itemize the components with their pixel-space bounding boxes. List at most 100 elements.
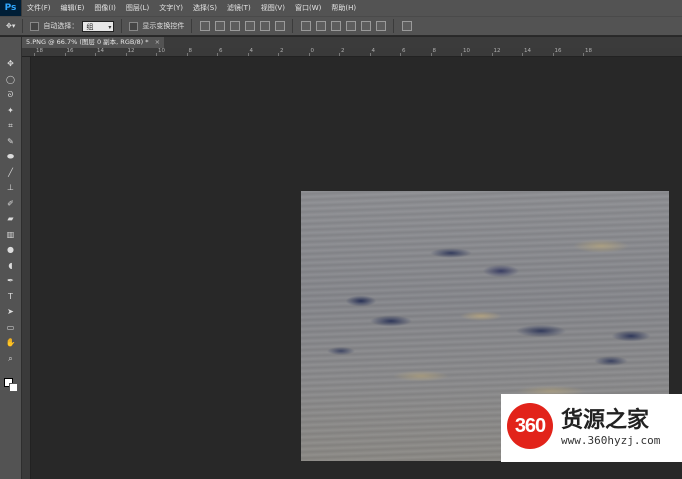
ruler-tick: [369, 53, 371, 56]
eraser-icon[interactable]: ▰: [3, 212, 18, 225]
brush-icon[interactable]: ╱: [3, 166, 18, 179]
ruler-tick: [308, 53, 310, 56]
align-right-icon[interactable]: [275, 21, 286, 31]
auto-align-icon[interactable]: [402, 21, 413, 31]
menu-select[interactable]: 选择(S): [188, 0, 222, 16]
watermark-360-logo: 360: [507, 403, 553, 449]
menu-type[interactable]: 文字(Y): [154, 0, 188, 16]
menu-bar: Ps 文件(F) 编辑(E) 图像(I) 图层(L) 文字(Y) 选择(S) 滤…: [0, 0, 682, 16]
ruler-tick-label: 2: [280, 48, 284, 54]
auto-select-dropdown[interactable]: 组: [82, 20, 115, 33]
align-bottom-icon[interactable]: [230, 21, 241, 31]
ruler-tick: [400, 53, 401, 56]
distribute-bottom-icon[interactable]: [331, 21, 342, 31]
ruler-tick-label: 10: [463, 48, 470, 54]
options-bar: ✥▾ 自动选择： 组 显示变换控件: [0, 16, 682, 36]
divider: [191, 19, 193, 33]
crop-icon[interactable]: ⌗: [3, 119, 18, 132]
distribute-left-icon[interactable]: [346, 21, 357, 31]
auto-select-checkbox[interactable]: [30, 21, 40, 31]
ruler-tick-label: 14: [524, 48, 531, 54]
eyedropper-icon[interactable]: ✎: [3, 135, 18, 148]
menu-window[interactable]: 窗口(W): [290, 0, 326, 16]
pen-icon[interactable]: ✒: [3, 274, 18, 287]
divider: [121, 19, 123, 33]
document-tab-title: 5.PNG @ 66.7% (图层 0 副本, RGB/8) *: [26, 38, 149, 46]
shape-icon[interactable]: ▭: [3, 321, 18, 334]
gradient-icon[interactable]: ▥: [3, 228, 18, 241]
ruler-tick-label: 8: [188, 48, 193, 54]
divider: [393, 19, 395, 33]
ruler-tick: [95, 53, 96, 56]
document-tab[interactable]: 5.PNG @ 66.7% (图层 0 副本, RGB/8) * ×: [22, 37, 165, 48]
path-select-icon[interactable]: ➤: [3, 305, 18, 318]
ruler-tick-label: 18: [585, 48, 592, 54]
close-icon[interactable]: ×: [155, 38, 160, 46]
ruler-tick: [64, 53, 66, 56]
healing-icon[interactable]: ⬬: [3, 150, 18, 163]
ruler-tick-label: 12: [127, 48, 135, 54]
ruler-tick: [247, 53, 249, 56]
distribute-hcenter-icon[interactable]: [361, 21, 372, 31]
move-tool-preset-icon[interactable]: ✥▾: [6, 22, 15, 30]
divider: [292, 19, 294, 33]
ruler-tick-label: 12: [493, 48, 501, 54]
ruler-tick: [491, 53, 493, 56]
auto-select-label: 自动选择：: [43, 22, 79, 30]
marquee-icon[interactable]: ◯: [3, 73, 18, 86]
ruler-tick: [339, 53, 340, 56]
align-vcenter-icon[interactable]: [215, 21, 226, 31]
type-icon[interactable]: T: [3, 290, 18, 303]
ruler-tick-label: 16: [66, 48, 74, 54]
ruler-tick: [125, 53, 127, 56]
magic-wand-icon[interactable]: ✦: [3, 104, 18, 117]
watermark: 360 货源之家 www.360hyzj.com: [501, 394, 682, 462]
lasso-icon[interactable]: ᘐ: [3, 88, 18, 101]
show-transform-checkbox[interactable]: [129, 21, 139, 31]
menu-image[interactable]: 图像(I): [89, 0, 121, 16]
document-tab-bar: 5.PNG @ 66.7% (图层 0 副本, RGB/8) * ×: [22, 37, 682, 48]
menu-layer[interactable]: 图层(L): [121, 0, 154, 16]
ruler-tick-label: 2: [341, 48, 345, 54]
ruler-tick-label: 14: [97, 48, 104, 54]
history-brush-icon[interactable]: ✐: [3, 197, 18, 210]
distribute-right-icon[interactable]: [376, 21, 387, 31]
ruler-tick: [552, 53, 554, 56]
ruler-tick: [34, 53, 35, 56]
distribute-top-icon[interactable]: [301, 21, 312, 31]
menu-filter[interactable]: 滤镜(T): [222, 0, 256, 16]
background-color-swatch[interactable]: [9, 383, 18, 392]
stamp-icon[interactable]: ⊥: [3, 181, 18, 194]
ruler-tick-label: 0: [310, 48, 315, 54]
ruler-tick: [583, 53, 584, 56]
menu-view[interactable]: 视图(V): [256, 0, 290, 16]
align-left-icon[interactable]: [245, 21, 256, 31]
ruler-tick-label: 8: [432, 48, 437, 54]
align-top-icon[interactable]: [200, 21, 211, 31]
ruler-tick-label: 18: [36, 48, 43, 54]
ruler-tick: [217, 53, 218, 56]
watermark-url: www.360hyzj.com: [561, 434, 661, 447]
watermark-title: 货源之家: [561, 408, 650, 433]
ruler-tick: [430, 53, 432, 56]
menu-help[interactable]: 帮助(H): [326, 0, 361, 16]
ruler-tick: [522, 53, 523, 56]
photoshop-logo[interactable]: Ps: [0, 0, 22, 16]
blur-icon[interactable]: ●: [3, 243, 18, 256]
ruler-tick-label: 4: [371, 48, 376, 54]
move-icon[interactable]: ✥: [3, 57, 18, 70]
menu-edit[interactable]: 编辑(E): [56, 0, 90, 16]
ruler-tick-label: 16: [554, 48, 562, 54]
distribute-vcenter-icon[interactable]: [316, 21, 327, 31]
zoom-icon[interactable]: ⌕: [3, 352, 18, 365]
ruler-tick-label: 6: [402, 48, 406, 54]
hand-icon[interactable]: ✋: [3, 336, 18, 349]
ruler-horizontal: 18 16 14 12 10 8 6 4 2 0 2 4 6 8 10 12 14 16 18: [22, 48, 682, 57]
ruler-tick: [461, 53, 462, 56]
align-hcenter-icon[interactable]: [260, 21, 271, 31]
ruler-tick: [278, 53, 279, 56]
ruler-tick: [156, 53, 157, 56]
ruler-tick-label: 4: [249, 48, 254, 54]
dodge-icon[interactable]: ◖: [3, 259, 18, 272]
menu-file[interactable]: 文件(F): [22, 0, 56, 16]
